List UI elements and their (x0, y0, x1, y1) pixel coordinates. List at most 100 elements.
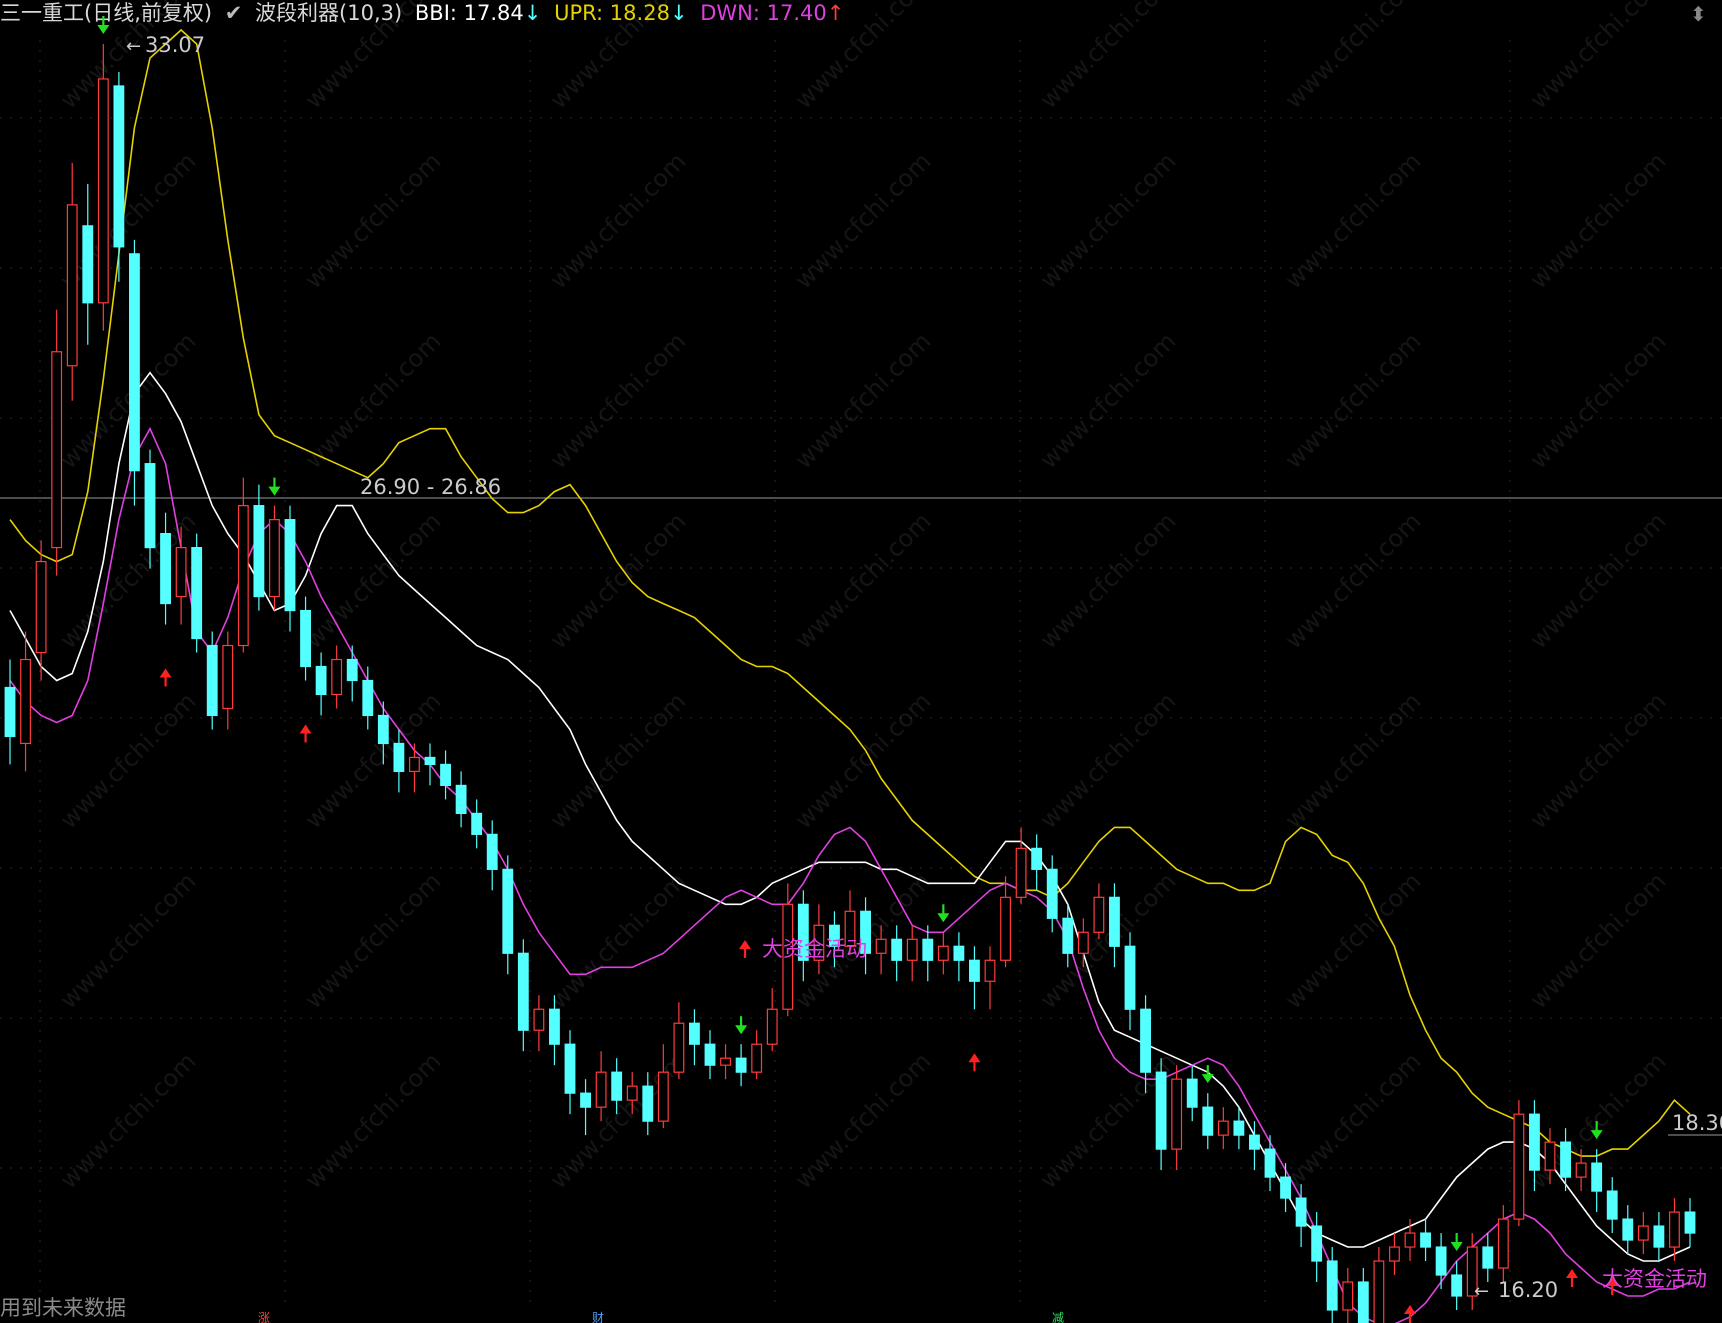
candle[interactable] (1684, 1198, 1696, 1248)
candle[interactable] (1373, 1247, 1385, 1323)
candle[interactable] (1093, 883, 1105, 940)
candle[interactable] (1124, 932, 1136, 1031)
candle[interactable] (222, 631, 234, 730)
candle[interactable] (455, 771, 467, 828)
candle-body (144, 463, 156, 549)
candle-body (284, 519, 296, 612)
candle[interactable] (1031, 834, 1043, 891)
candle-body (4, 686, 16, 738)
candle[interactable] (797, 890, 809, 982)
candle[interactable] (937, 932, 949, 975)
candle[interactable] (409, 743, 420, 793)
candle-body (409, 756, 420, 773)
candle[interactable] (1171, 1065, 1183, 1171)
candle[interactable] (953, 932, 965, 982)
candle[interactable] (533, 995, 545, 1052)
future-data-warning: 用到未来数据 (0, 1296, 126, 1320)
candle-body (1529, 1113, 1540, 1171)
candle[interactable] (1357, 1268, 1369, 1323)
candle[interactable] (891, 925, 903, 982)
candle[interactable] (471, 799, 483, 849)
candle[interactable] (704, 1030, 716, 1080)
candle-body (35, 560, 47, 654)
candle[interactable] (1000, 876, 1011, 968)
candle-body (1171, 1078, 1183, 1150)
candle[interactable] (191, 533, 203, 653)
candle-body (1637, 1225, 1649, 1241)
candle[interactable] (1653, 1212, 1665, 1262)
candle[interactable] (1606, 1177, 1618, 1234)
candle[interactable] (440, 750, 451, 800)
candle[interactable] (97, 43, 109, 331)
candle-body (1420, 1232, 1431, 1248)
candle[interactable] (1202, 1093, 1214, 1150)
candle[interactable] (253, 484, 265, 611)
candle[interactable] (580, 1079, 591, 1136)
candle-body (237, 505, 249, 647)
candle[interactable] (346, 645, 358, 702)
candle[interactable] (269, 505, 280, 611)
candle-body (331, 658, 343, 696)
candle[interactable] (1217, 1107, 1229, 1150)
candle[interactable] (66, 162, 78, 401)
candle[interactable] (1311, 1212, 1323, 1283)
candle[interactable] (331, 645, 343, 709)
candle[interactable] (284, 505, 296, 632)
candle[interactable] (673, 1002, 685, 1080)
candle[interactable] (766, 988, 778, 1052)
candle[interactable] (424, 743, 436, 786)
candle[interactable] (1264, 1135, 1276, 1192)
candle[interactable] (1155, 1058, 1167, 1171)
candle[interactable] (206, 631, 218, 730)
candle[interactable] (4, 659, 16, 765)
bottom-marker[interactable]: 财 (592, 1311, 604, 1323)
candle[interactable] (300, 596, 311, 681)
candle[interactable] (1420, 1219, 1431, 1262)
candle[interactable] (969, 946, 980, 1010)
candle-body (1482, 1246, 1494, 1269)
candle[interactable] (984, 946, 996, 1010)
candle[interactable] (1637, 1212, 1649, 1255)
candle-body (1031, 847, 1043, 870)
bottom-marker[interactable]: 减 (1052, 1311, 1064, 1323)
candle[interactable] (1186, 1065, 1198, 1122)
candle[interactable] (1435, 1233, 1447, 1290)
candle[interactable] (922, 925, 934, 982)
candle[interactable] (1591, 1149, 1603, 1213)
candle[interactable] (1497, 1205, 1509, 1283)
candle[interactable] (1513, 1100, 1525, 1227)
candle[interactable] (237, 477, 249, 653)
candle[interactable] (20, 631, 31, 772)
candle[interactable] (1389, 1233, 1400, 1276)
bottom-marker[interactable]: 涨 (258, 1310, 270, 1323)
candle-body (486, 833, 498, 870)
candle[interactable] (1482, 1233, 1494, 1283)
candle[interactable] (486, 820, 498, 891)
candle[interactable] (720, 1044, 731, 1080)
candle[interactable] (860, 897, 871, 975)
candle[interactable] (1451, 1261, 1463, 1310)
candle[interactable] (502, 855, 514, 975)
candle[interactable] (751, 1030, 763, 1080)
buy-arrow-icon (159, 668, 172, 687)
candle[interactable] (315, 652, 327, 716)
watermark-text: www.cfchi.com (544, 147, 691, 294)
candle-body (113, 85, 125, 248)
candle-body (160, 533, 171, 605)
candle[interactable] (1326, 1247, 1338, 1323)
candlestick-chart[interactable]: www.cfchi.com www.cfchi.com www.cfchi.com w… (0, 0, 1722, 1323)
candle[interactable] (564, 1030, 576, 1115)
candle[interactable] (51, 309, 63, 576)
candle[interactable] (1015, 827, 1027, 905)
candle[interactable] (82, 183, 94, 345)
candle[interactable] (735, 1044, 747, 1087)
candle[interactable] (517, 939, 529, 1052)
watermark-text: www.cfchi.com (1279, 147, 1426, 294)
candle[interactable] (1622, 1205, 1634, 1255)
candle[interactable] (1342, 1268, 1354, 1323)
candle[interactable] (906, 925, 918, 982)
candle[interactable] (595, 1051, 607, 1122)
candle[interactable] (1046, 855, 1058, 933)
candle[interactable] (129, 239, 140, 506)
big-money-arrow-icon (1566, 1269, 1578, 1287)
